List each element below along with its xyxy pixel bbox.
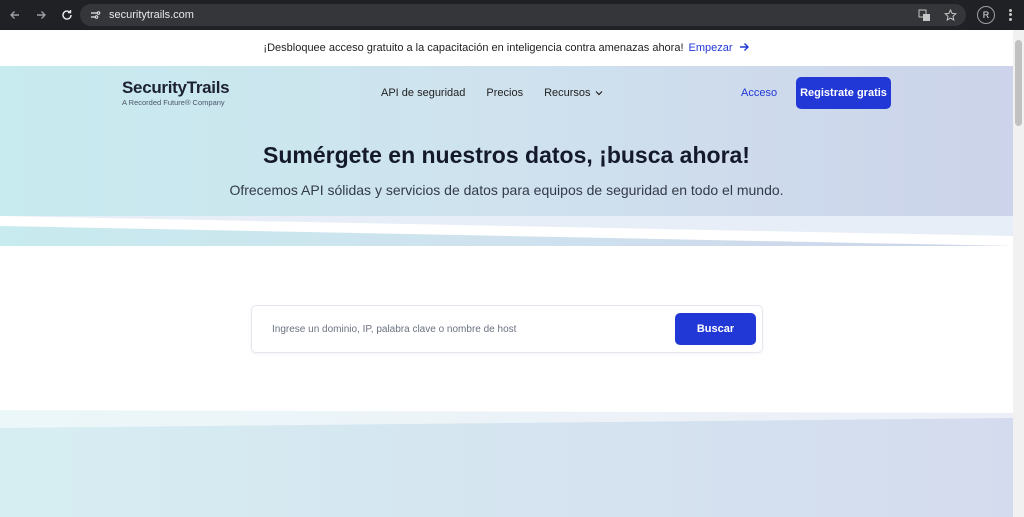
star-icon[interactable] — [942, 7, 958, 23]
logo-subtitle: A Recorded Future® Company — [122, 98, 225, 107]
login-link[interactable]: Acceso — [741, 87, 777, 99]
back-arrow-icon[interactable] — [4, 4, 26, 26]
announcement-bar: ¡Desbloquee acceso gratuito a la capacit… — [0, 30, 1013, 66]
profile-avatar[interactable]: R — [977, 6, 995, 24]
signup-button[interactable]: Registrate gratis — [796, 77, 891, 109]
hero-title: Sumérgete en nuestros datos, ¡busca ahor… — [263, 142, 750, 168]
search-input[interactable] — [264, 315, 664, 343]
nav-item-resources-label: Recursos — [544, 87, 591, 99]
reload-icon[interactable] — [56, 4, 78, 26]
scrollbar-thumb[interactable] — [1015, 40, 1022, 126]
profile-initial: R — [982, 10, 990, 20]
kebab-menu-icon[interactable] — [1004, 6, 1016, 24]
url-text[interactable]: securitytrails.com — [109, 9, 194, 21]
browser-toolbar: securitytrails.com R — [0, 0, 1024, 30]
forward-arrow-icon[interactable] — [30, 4, 52, 26]
logo-main: SecurityTrails — [122, 78, 230, 97]
address-bar[interactable]: securitytrails.com — [80, 4, 966, 26]
search-button[interactable]: Buscar — [675, 313, 756, 345]
hero-subtitle: Ofrecemos API sólidas y servicios de dat… — [229, 182, 784, 198]
nav-item-api[interactable]: API de seguridad — [381, 87, 465, 99]
announcement-text: ¡Desbloquee acceso gratuito a la capacit… — [263, 42, 684, 54]
nav-item-resources[interactable]: Recursos — [544, 87, 602, 99]
search-container: Buscar — [251, 305, 763, 353]
main-nav: API de seguridad Precios Recursos — [381, 87, 603, 99]
site-info-icon[interactable] — [87, 7, 103, 23]
logo[interactable]: SecurityTrails A Recorded Future® Compan… — [122, 78, 230, 107]
chevron-down-icon — [595, 87, 603, 99]
hero-wave — [0, 216, 1013, 246]
web-page: ¡Desbloquee acceso gratuito a la capacit… — [0, 30, 1013, 517]
bottom-band — [0, 410, 1013, 517]
page-scrollbar[interactable] — [1013, 30, 1024, 517]
announcement-link[interactable]: Empezar — [689, 42, 733, 54]
arrow-right-icon[interactable] — [739, 42, 750, 55]
nav-item-pricing[interactable]: Precios — [486, 87, 523, 99]
translate-icon[interactable] — [916, 7, 932, 23]
